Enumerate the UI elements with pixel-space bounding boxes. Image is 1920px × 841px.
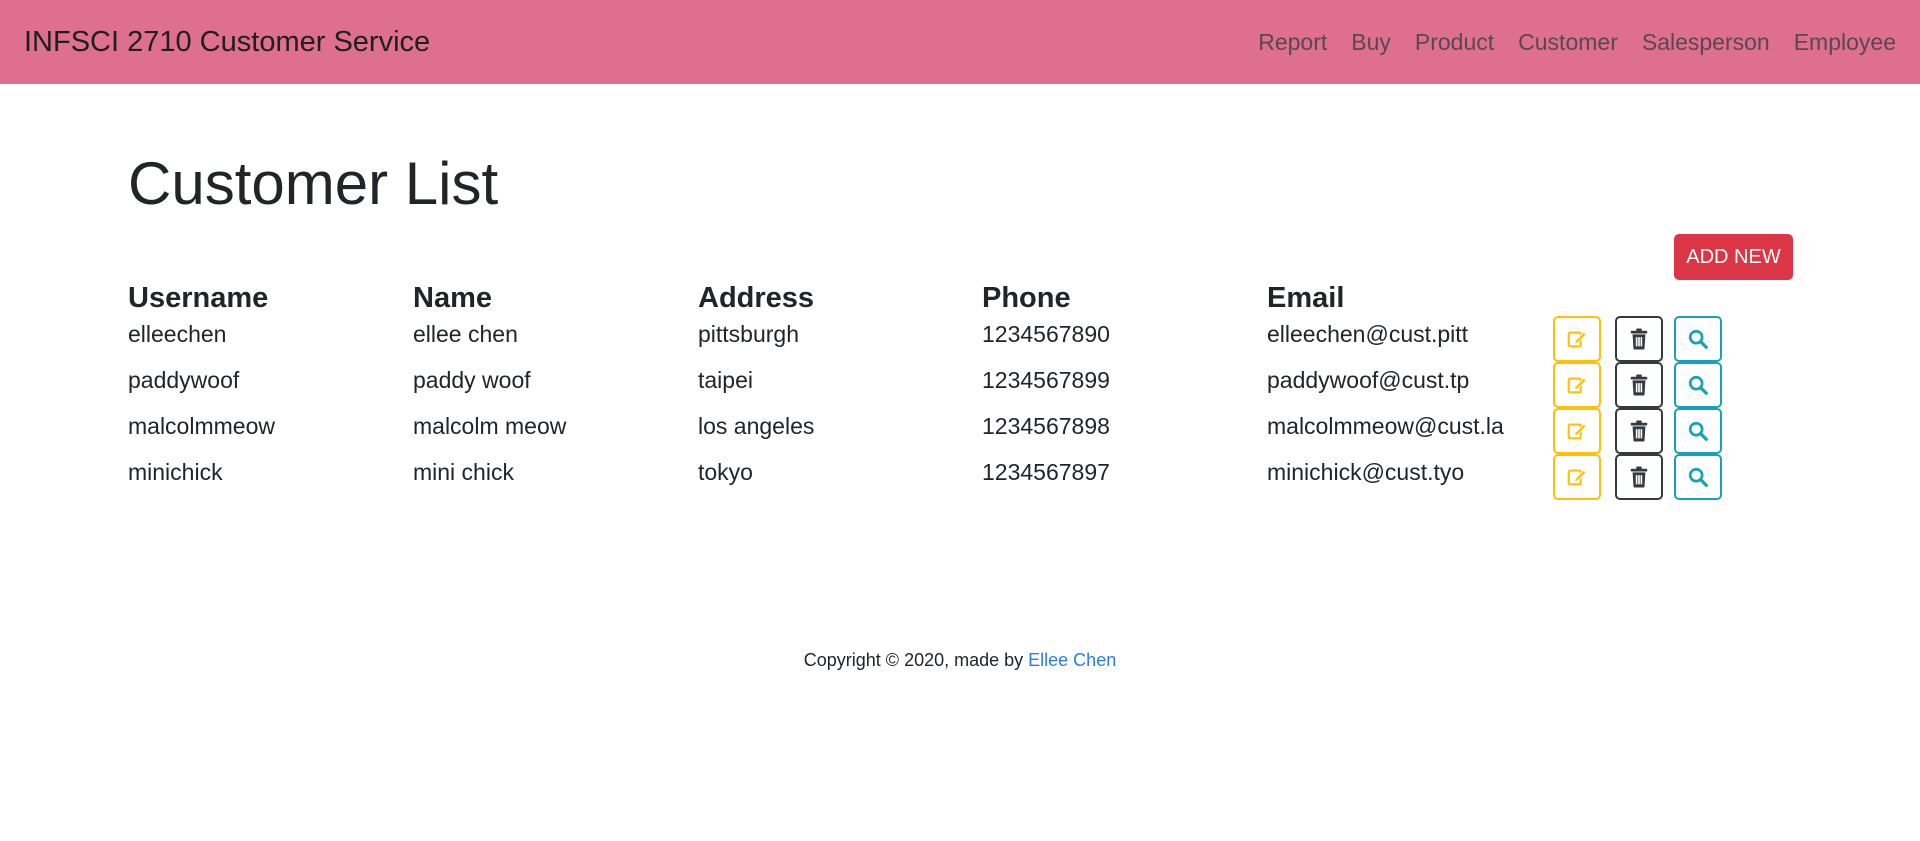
cell-phone: 1234567898	[982, 413, 1110, 439]
nav-link-customer[interactable]: Customer	[1518, 29, 1618, 56]
cell-address: pittsburgh	[698, 321, 800, 347]
navbar: INFSCI 2710 Customer Service Report Buy …	[0, 0, 1920, 84]
cell-username: minichick	[128, 459, 223, 485]
cell-name: ellee chen	[413, 321, 518, 347]
cell-email: malcolmmeow@cust.la	[1267, 413, 1504, 439]
trash-icon	[1629, 374, 1649, 396]
search-icon	[1687, 466, 1709, 488]
cell-phone: 1234567899	[982, 367, 1110, 393]
view-button[interactable]	[1674, 454, 1722, 500]
edit-icon	[1566, 420, 1588, 442]
page-title: Customer List	[128, 150, 499, 217]
table-row: paddywoof paddy woof taipei 1234567899 paddy…	[0, 362, 1920, 408]
nav-link-buy[interactable]: Buy	[1351, 29, 1391, 56]
cell-username: paddywoof	[128, 367, 240, 393]
header-username: Username	[128, 282, 269, 314]
table-row: elleechen ellee chen pittsburgh 1234567890 e…	[0, 316, 1920, 362]
cell-name: mini chick	[413, 459, 514, 485]
footer-copyright: Copyright © 2020, made by	[803, 650, 1029, 670]
view-button[interactable]	[1674, 408, 1722, 454]
search-icon	[1687, 420, 1709, 442]
cell-username: malcolmmeow	[128, 413, 275, 439]
edit-icon	[1566, 328, 1588, 350]
nav-link-salesperson[interactable]: Salesperson	[1642, 29, 1770, 56]
edit-button[interactable]	[1553, 454, 1601, 500]
edit-button[interactable]	[1553, 408, 1601, 454]
table-row: minichick mini chick tokyo 1234567897 minich…	[0, 454, 1920, 500]
header-phone: Phone	[982, 282, 1071, 314]
cell-address: tokyo	[698, 459, 753, 485]
table-header: Username Name Address Phone Email	[0, 278, 1920, 318]
header-name: Name	[413, 282, 492, 314]
cell-email: minichick@cust.tyo	[1267, 459, 1465, 485]
edit-icon	[1566, 374, 1588, 396]
view-button[interactable]	[1674, 316, 1722, 362]
search-icon	[1687, 374, 1709, 396]
view-button[interactable]	[1674, 362, 1722, 408]
delete-button[interactable]	[1615, 408, 1663, 454]
nav-links: Report Buy Product Customer Salesperson …	[1234, 29, 1896, 56]
cell-phone: 1234567897	[982, 459, 1110, 485]
cell-username: elleechen	[128, 321, 227, 347]
header-address: Address	[698, 282, 815, 314]
footer: Copyright © 2020, made by Ellee Chen	[0, 650, 1920, 671]
header-email: Email	[1267, 282, 1345, 314]
cell-name: paddy woof	[413, 367, 531, 393]
edit-button[interactable]	[1553, 362, 1601, 408]
cell-name: malcolm meow	[413, 413, 567, 439]
brand-title[interactable]: INFSCI 2710 Customer Service	[24, 26, 430, 59]
trash-icon	[1629, 466, 1649, 488]
cell-address: taipei	[698, 367, 753, 393]
cell-phone: 1234567890	[982, 321, 1110, 347]
cell-email: paddywoof@cust.tp	[1267, 367, 1470, 393]
cell-address: los angeles	[698, 413, 815, 439]
edit-icon	[1566, 466, 1588, 488]
table-row: malcolmmeow malcolm meow los angeles 123456…	[0, 408, 1920, 454]
edit-button[interactable]	[1553, 316, 1601, 362]
delete-button[interactable]	[1615, 316, 1663, 362]
cell-email: elleechen@cust.pitt	[1267, 321, 1469, 347]
nav-link-employee[interactable]: Employee	[1794, 29, 1896, 56]
footer-author-link[interactable]: Ellee Chen	[1028, 650, 1116, 670]
search-icon	[1687, 328, 1709, 350]
nav-link-product[interactable]: Product	[1415, 29, 1494, 56]
trash-icon	[1629, 420, 1649, 442]
add-new-button[interactable]: ADD NEW	[1674, 234, 1793, 280]
trash-icon	[1629, 328, 1649, 350]
delete-button[interactable]	[1615, 454, 1663, 500]
delete-button[interactable]	[1615, 362, 1663, 408]
nav-link-report[interactable]: Report	[1258, 29, 1327, 56]
